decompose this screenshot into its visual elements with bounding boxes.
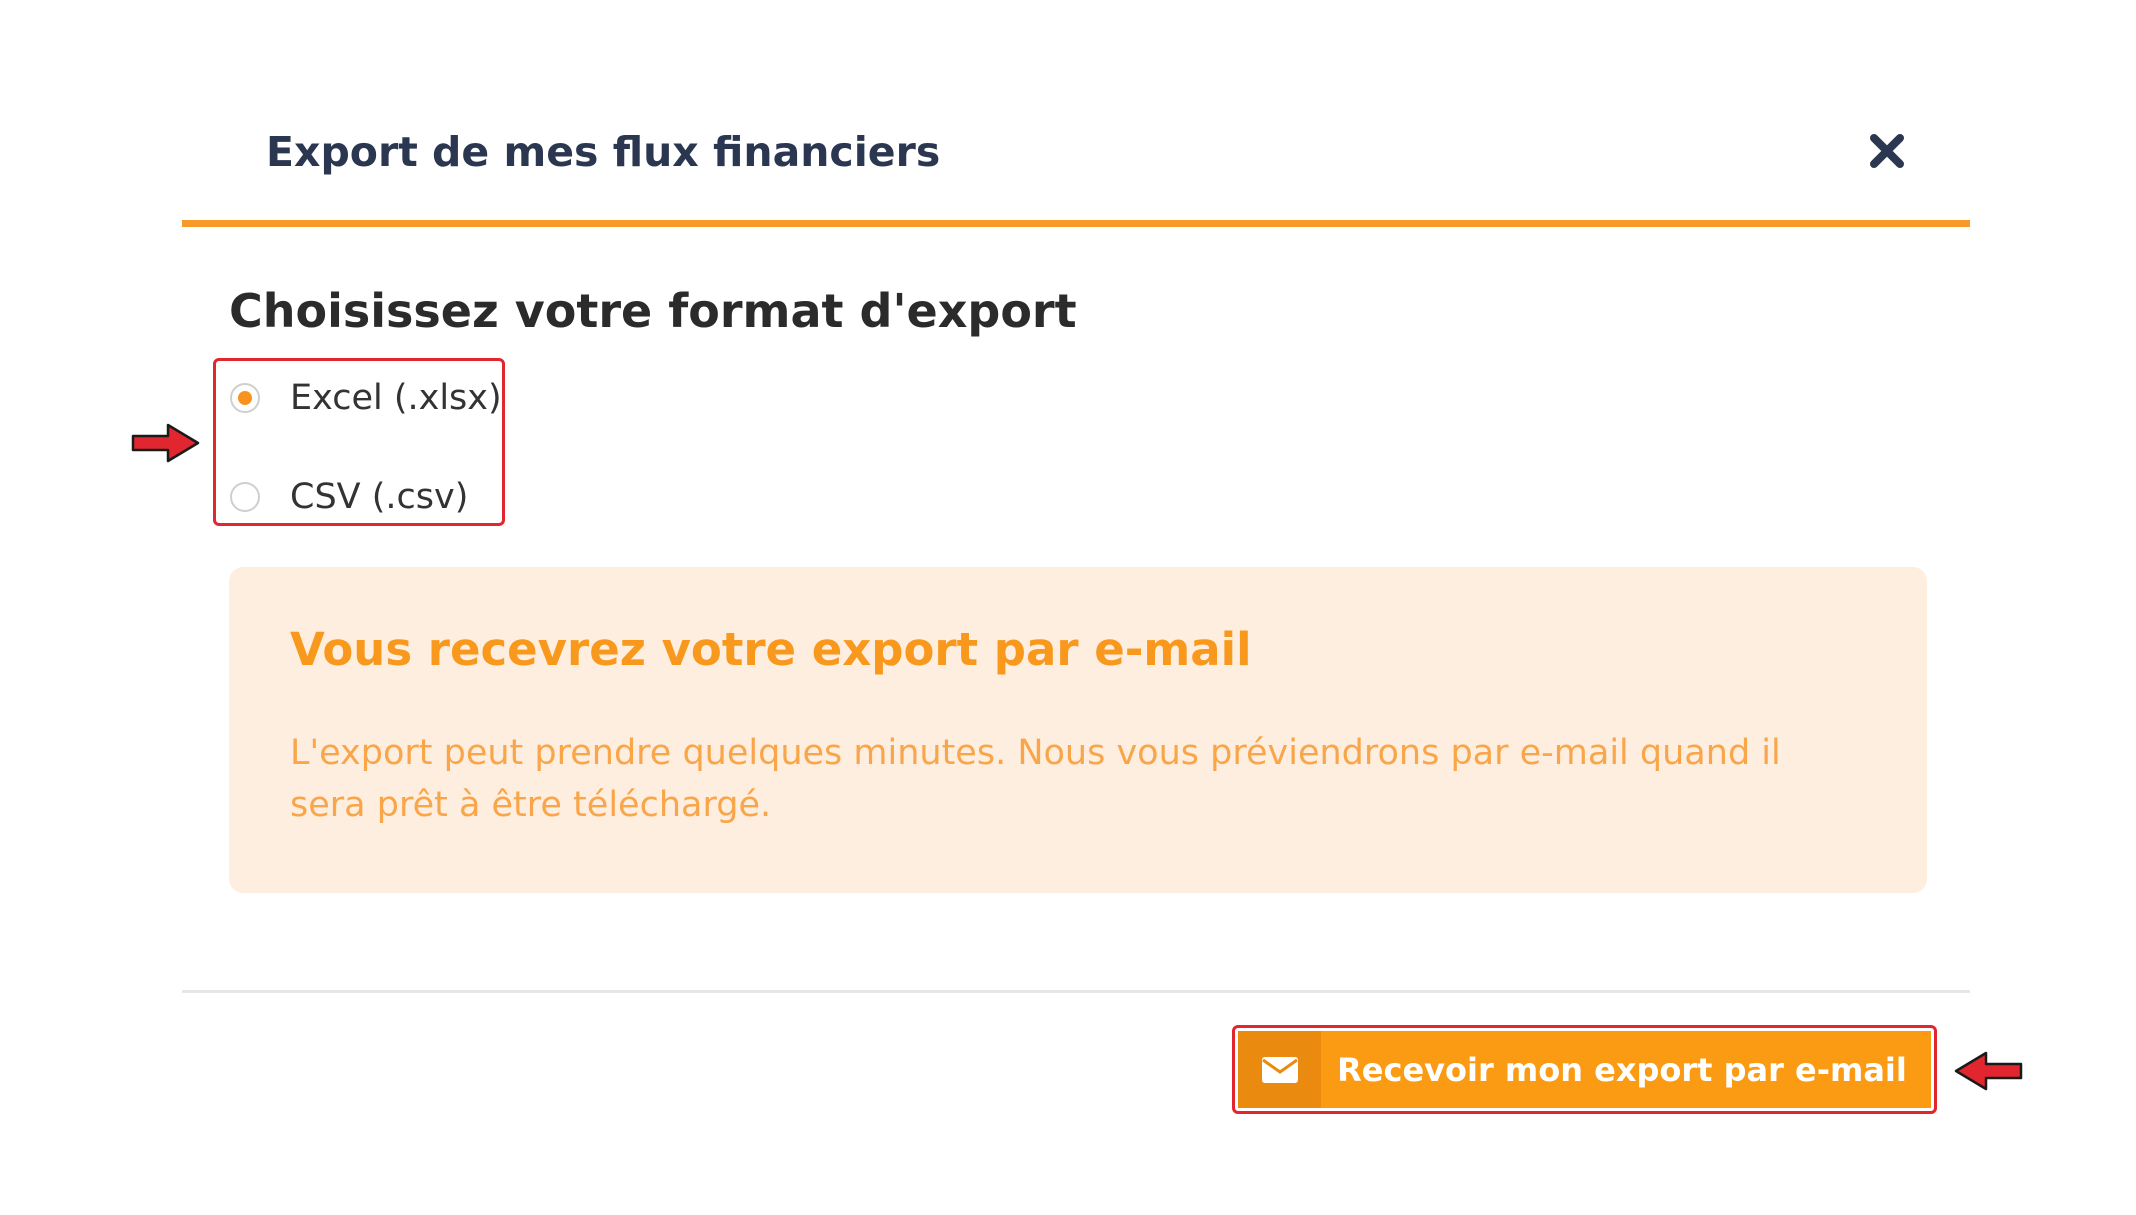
- footer-divider: [182, 990, 1970, 993]
- format-heading: Choisissez votre format d'export: [229, 284, 1077, 338]
- email-info-box: Vous recevrez votre export par e-mail L'…: [229, 567, 1927, 893]
- annotation-arrow-left-icon: [1952, 1049, 2024, 1093]
- radio-option-csv[interactable]: CSV (.csv): [230, 472, 468, 522]
- export-button-label: Recevoir mon export par e-mail: [1337, 1050, 1907, 1089]
- radio-label-excel: Excel (.xlsx): [290, 378, 502, 418]
- radio-option-excel[interactable]: Excel (.xlsx): [230, 373, 502, 423]
- header-divider: [182, 220, 1970, 227]
- export-modal: Export de mes flux financiers Choisissez…: [0, 0, 2136, 1215]
- radio-label-csv: CSV (.csv): [290, 477, 469, 517]
- radio-excel-selected[interactable]: [230, 383, 260, 413]
- button-icon-area: [1238, 1031, 1321, 1108]
- envelope-icon: [1261, 1056, 1298, 1083]
- radio-csv-unselected[interactable]: [230, 482, 260, 512]
- format-radio-group: Excel (.xlsx) CSV (.csv): [213, 358, 505, 526]
- export-by-email-button[interactable]: Recevoir mon export par e-mail: [1238, 1031, 1931, 1108]
- info-title: Vous recevrez votre export par e-mail: [290, 623, 1252, 676]
- annotation-arrow-right-icon: [130, 421, 202, 465]
- info-text: L'export peut prendre quelques minutes. …: [290, 733, 1781, 825]
- modal-title: Export de mes flux financiers: [266, 128, 941, 176]
- export-button-highlight[interactable]: Recevoir mon export par e-mail: [1232, 1025, 1937, 1114]
- close-icon[interactable]: [1868, 132, 1906, 170]
